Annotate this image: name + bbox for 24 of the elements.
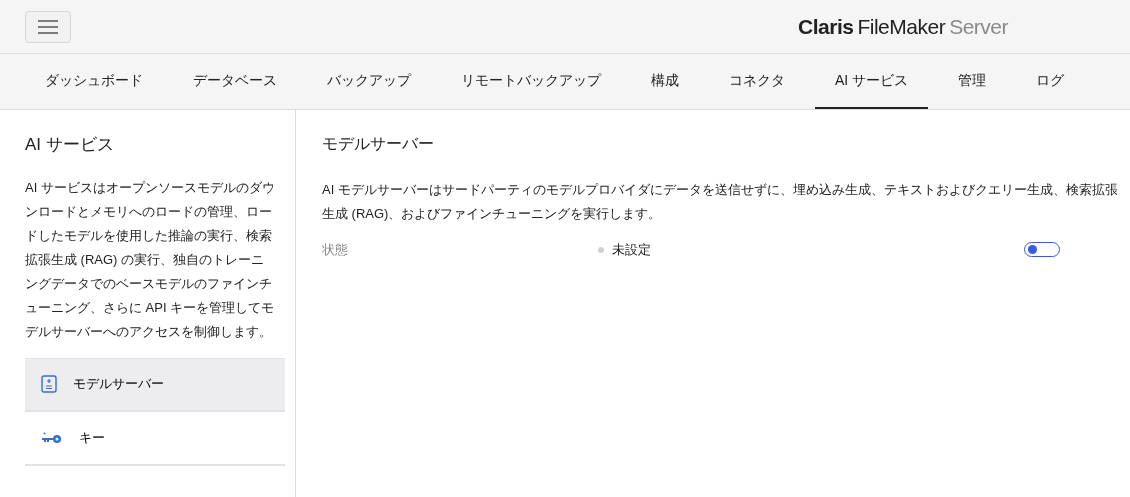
status-value: 未設定 xyxy=(612,241,651,259)
nav-tab[interactable]: データベース xyxy=(173,54,297,109)
logo-brand: Claris xyxy=(798,13,854,40)
nav-tab[interactable]: リモートバックアップ xyxy=(441,54,621,109)
sidebar-title: AI サービス xyxy=(25,134,115,156)
status-label: 状態 xyxy=(322,241,349,259)
menu-icon xyxy=(38,19,58,34)
nav-tab[interactable]: ダッシュボード xyxy=(25,54,163,109)
nav-tab[interactable]: 構成 xyxy=(631,54,699,109)
toggle-switch[interactable] xyxy=(1024,242,1060,258)
nav-tab[interactable]: バックアップ xyxy=(307,54,431,109)
nav-tab[interactable]: コネクタ xyxy=(709,54,805,109)
section-title: モデルサーバー xyxy=(322,134,435,154)
document-icon xyxy=(41,375,57,393)
nav-tab[interactable]: ログ xyxy=(1016,54,1085,109)
sidebar-item[interactable]: モデルサーバー xyxy=(25,357,285,412)
nav-tab[interactable]: AI サービス xyxy=(815,54,929,109)
sidebar-description: AI サービスはオープンソースモデルのダウンロードとメモリへのロードの管理、ロードしたモデルを使用した推論の実行、検索拡張生成 (RAG) の実行、独自のトレーニングデータでのベースモデルのファインチューニング、さらに API キーを管理してモデルサーバーへのアクセスを制御します。 xyxy=(25,178,276,341)
menu-button[interactable] xyxy=(25,10,71,43)
key-icon xyxy=(41,431,63,444)
logo-edition: Server xyxy=(949,13,1008,40)
nav-tab[interactable]: 管理 xyxy=(938,54,1007,109)
section-description: AI モデルサーバーはサードパーティのモデルプロバイダにデータを送信せずに、埋め込み生成、テキストおよびクエリー生成、検索拡張生成 (RAG)、およびファインチューニングを実行します。 xyxy=(322,181,1119,223)
logo-product: FileMaker xyxy=(857,13,946,40)
